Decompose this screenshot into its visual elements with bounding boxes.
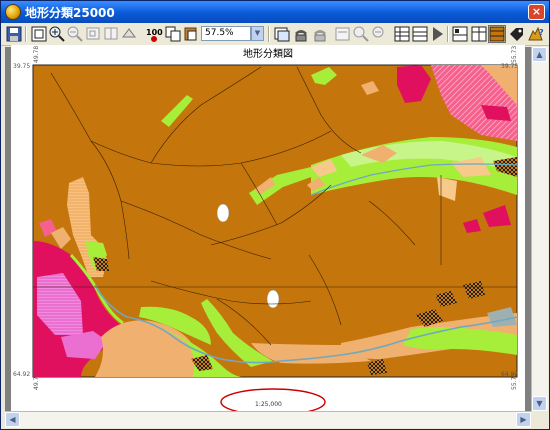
vertical-scrollbar[interactable]: ▲ ▼ xyxy=(531,47,548,411)
table2-icon[interactable] xyxy=(411,25,429,43)
zoom-100-icon[interactable]: 100 xyxy=(145,25,163,43)
zoom-combobox[interactable]: 57.5% xyxy=(201,26,251,41)
scroll-down-icon[interactable]: ▼ xyxy=(532,396,547,411)
app-globe-icon xyxy=(5,4,21,20)
copy-icon[interactable] xyxy=(164,25,182,43)
separator xyxy=(268,26,270,42)
fit-icon[interactable] xyxy=(30,25,48,43)
scroll-right-icon[interactable]: ▶ xyxy=(516,412,531,427)
lake-area xyxy=(216,203,230,223)
coord-top-right-v: 55.73 xyxy=(511,45,518,63)
lake-area xyxy=(266,289,280,309)
scroll-left-icon[interactable]: ◀ xyxy=(5,412,20,427)
zoom-100-label: 100 xyxy=(146,28,163,37)
coord-top-left-v: 49.78 xyxy=(33,45,40,63)
table-icon[interactable] xyxy=(393,25,411,43)
map-canvas-area[interactable]: 地形分類図 39.75 49.78 39.75 55.73 64.92 49.7… xyxy=(5,45,531,411)
scroll-up-icon[interactable]: ▲ xyxy=(532,47,547,62)
toolbar: 100 57.5% ▼ ? xyxy=(1,23,549,46)
phone2-icon[interactable] xyxy=(311,25,329,43)
coord-bottom-left-v: 49.78 xyxy=(33,372,40,390)
coord-bottom-right-v: 55.73 xyxy=(511,372,518,390)
chevron-down-icon[interactable]: ▼ xyxy=(251,26,264,41)
zoom-prev-icon[interactable] xyxy=(103,25,121,43)
phone-icon[interactable] xyxy=(292,25,310,43)
zoom-window-icon[interactable] xyxy=(85,25,103,43)
window-title: 地形分類25000 xyxy=(25,6,115,20)
close-button[interactable]: × xyxy=(528,4,545,20)
coord-top-right-h: 39.75 xyxy=(501,63,519,70)
arrow-right-icon[interactable] xyxy=(429,25,447,43)
tag-icon[interactable] xyxy=(507,25,525,43)
map-paper: 地形分類図 39.75 49.78 39.75 55.73 64.92 49.7… xyxy=(11,45,525,411)
paste-icon[interactable] xyxy=(182,25,200,43)
coord-top-left-h: 39.75 xyxy=(13,63,31,70)
horizontal-scrollbar[interactable]: ◀ ▶ xyxy=(5,411,531,428)
separator xyxy=(447,26,449,42)
separator xyxy=(25,26,27,42)
table5-icon[interactable] xyxy=(470,25,488,43)
app-window: 地形分類25000 × 100 57.5% ▼ ? 地形分類図 39.75 49… xyxy=(0,0,550,430)
zoom-next-icon[interactable] xyxy=(121,25,139,43)
zoom-in2-icon[interactable] xyxy=(352,25,370,43)
title-bar[interactable]: 地形分類25000 × xyxy=(1,1,549,23)
layer-icon[interactable] xyxy=(273,25,291,43)
zoom-in-icon[interactable] xyxy=(48,25,66,43)
layer-edit-icon[interactable] xyxy=(334,25,352,43)
save-icon[interactable] xyxy=(5,25,23,43)
scale-label: 1:25,000 xyxy=(255,401,282,408)
svg-text:?: ? xyxy=(539,28,544,37)
table4-icon[interactable] xyxy=(451,25,469,43)
help-icon[interactable]: ? xyxy=(527,25,545,43)
coord-bottom-left-h: 64.92 xyxy=(13,371,31,378)
zoom-out-icon[interactable] xyxy=(66,25,84,43)
map-graphic xyxy=(32,64,518,411)
zoom-out2-icon[interactable] xyxy=(371,25,389,43)
map-view-icon[interactable] xyxy=(488,25,506,43)
